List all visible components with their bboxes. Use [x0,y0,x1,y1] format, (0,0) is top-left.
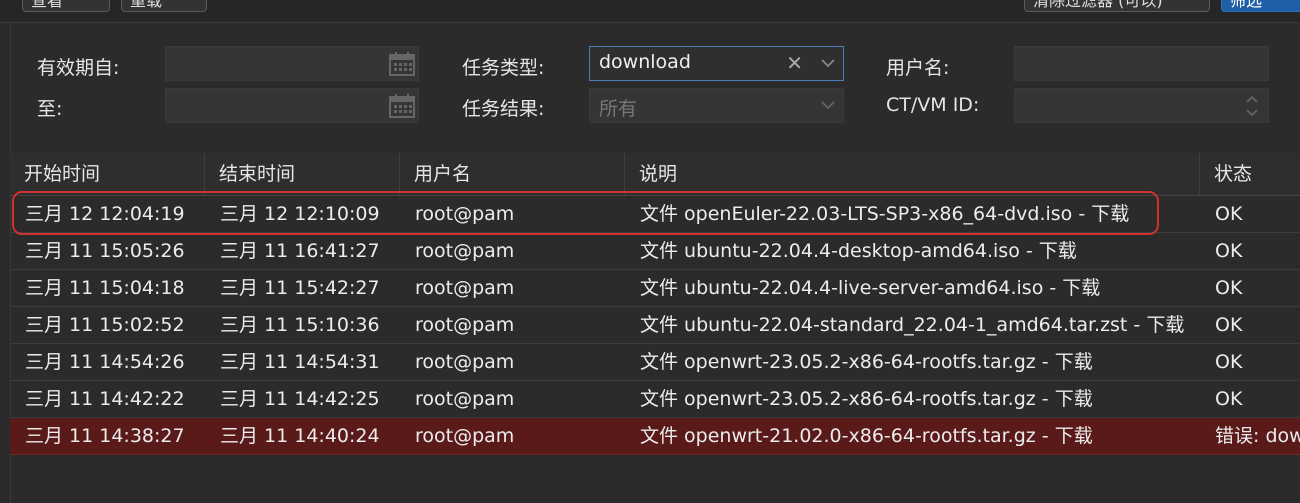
since-date-field[interactable] [165,46,419,81]
reload-button[interactable]: 重载 [121,0,207,12]
cell-description: 文件 ubuntu-22.04.4-live-server-amd64.iso … [640,277,1101,299]
until-label: 至: [37,98,63,120]
table-row[interactable]: 三月 12 12:04:19 三月 12 12:10:09 root@pam 文件 o… [10,196,1300,233]
cell-user: root@pam [415,277,515,299]
username-field[interactable] [1014,46,1269,81]
cell-start-time: 三月 11 15:02:52 [25,314,185,336]
cell-start-time: 三月 11 15:05:26 [25,240,185,262]
table-row[interactable]: 三月 11 14:54:26 三月 11 14:54:31 root@pam 文件 o… [10,344,1300,381]
username-label: 用户名: [886,57,950,79]
task-result-label: 任务结果: [462,98,545,120]
header-user[interactable]: 用户名 [400,153,625,195]
cell-status: OK [1215,388,1243,410]
task-type-combo[interactable]: download ✕ [589,46,844,81]
cell-end-time: 三月 11 16:41:27 [220,240,380,262]
cell-description: 文件 openEuler-22.03-LTS-SP3-x86_64-dvd.is… [640,203,1130,225]
cell-description: 文件 openwrt-23.05.2-x86-64-rootfs.tar.gz … [640,351,1093,373]
cell-status: 错误: dow [1215,425,1300,447]
clear-icon[interactable]: ✕ [786,53,803,73]
cell-description: 文件 ubuntu-22.04-standard_22.04-1_amd64.t… [640,314,1185,336]
table-row[interactable]: 三月 11 15:05:26 三月 11 16:41:27 root@pam 文件 u… [10,233,1300,270]
view-button[interactable]: 查看 [22,0,110,12]
cell-user: root@pam [415,425,515,447]
table-row[interactable]: 三月 11 14:42:22 三月 11 14:42:25 root@pam 文件 o… [10,381,1300,418]
until-date-field[interactable] [165,88,419,123]
cell-end-time: 三月 11 14:42:25 [220,388,380,410]
cell-start-time: 三月 11 14:54:26 [25,351,185,373]
header-description[interactable]: 说明 [625,153,1200,195]
cell-user: root@pam [415,240,515,262]
cell-end-time: 三月 11 14:54:31 [220,351,380,373]
task-result-placeholder: 所有 [599,98,638,120]
cell-description: 文件 openwrt-21.02.0-x86-64-rootfs.tar.gz … [640,425,1093,447]
task-type-value: download [599,51,691,73]
cell-start-time: 三月 11 14:38:27 [25,425,185,447]
cell-user: root@pam [415,388,515,410]
header-end-time[interactable]: 结束时间 [205,153,400,195]
clear-filter-button[interactable]: 清除过滤器 (可以) [1024,0,1210,12]
cell-description: 文件 ubuntu-22.04.4-desktop-amd64.iso - 下载 [640,240,1077,262]
cell-status: OK [1215,203,1243,225]
cell-user: root@pam [415,351,515,373]
cell-user: root@pam [415,314,515,336]
filter-button[interactable]: 筛选 [1221,0,1300,12]
calendar-icon[interactable] [388,51,416,77]
calendar-icon[interactable] [388,93,416,119]
table-row[interactable]: 三月 11 15:04:18 三月 11 15:42:27 root@pam 文件 u… [10,270,1300,307]
cell-description: 文件 openwrt-23.05.2-x86-64-rootfs.tar.gz … [640,388,1093,410]
cell-end-time: 三月 11 15:10:36 [220,314,380,336]
vmid-label: CT/VM ID: [886,94,980,116]
task-type-label: 任务类型: [462,57,545,79]
cell-status: OK [1215,240,1243,262]
task-result-combo[interactable]: 所有 [589,88,844,123]
table-row[interactable]: 三月 11 15:02:52 三月 11 15:10:36 root@pam 文件 u… [10,307,1300,344]
since-label: 有效期自: [37,57,120,79]
vmid-field[interactable] [1014,88,1269,123]
cell-start-time: 三月 12 12:04:19 [25,203,185,225]
table-row[interactable]: 三月 11 14:38:27 三月 11 14:40:24 root@pam 文件 o… [10,418,1300,455]
top-toolbar: 查看 重载 清除过滤器 (可以) 筛选 [0,0,1300,23]
cell-status: OK [1215,277,1243,299]
header-status[interactable]: 状态 [1200,153,1300,195]
cell-status: OK [1215,351,1243,373]
grid-header: 开始时间 结束时间 用户名 说明 状态 [10,153,1300,196]
cell-start-time: 三月 11 14:42:22 [25,388,185,410]
spinner-icon[interactable] [1246,94,1258,118]
chevron-down-icon[interactable] [821,58,835,68]
cell-status: OK [1215,314,1243,336]
cell-end-time: 三月 11 14:40:24 [220,425,380,447]
cell-start-time: 三月 11 15:04:18 [25,277,185,299]
cell-end-time: 三月 11 15:42:27 [220,277,380,299]
cell-end-time: 三月 12 12:10:09 [220,203,380,225]
header-start-time[interactable]: 开始时间 [10,153,205,195]
chevron-down-icon[interactable] [821,100,835,110]
cell-user: root@pam [415,203,515,225]
